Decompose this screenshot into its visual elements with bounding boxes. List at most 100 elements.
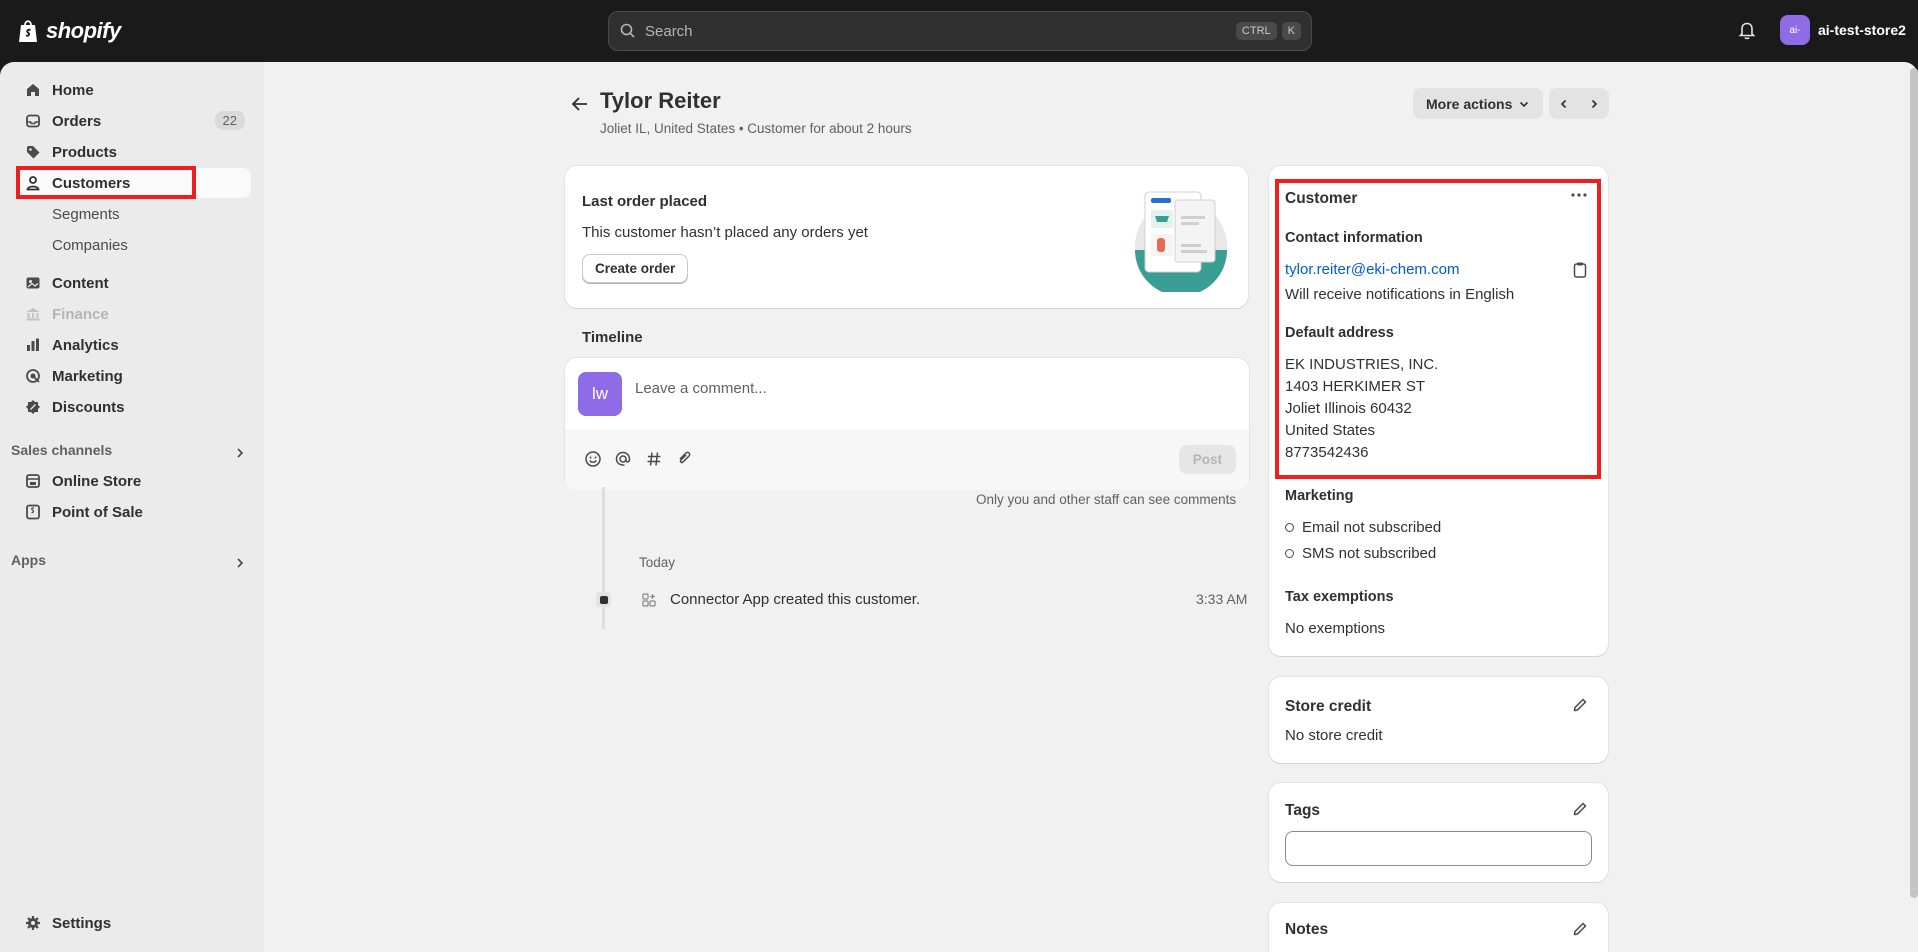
home-icon: [24, 81, 42, 99]
gear-icon: [24, 914, 42, 932]
timeline-heading: Timeline: [582, 329, 643, 346]
notes-title: Notes: [1285, 921, 1329, 938]
more-actions-button[interactable]: More actions: [1413, 88, 1544, 119]
tag-icon: [24, 143, 42, 161]
sms-status-label: SMS not subscribed: [1302, 545, 1437, 562]
top-bar: shopify CTRL K ai- ai-test-store2: [0, 0, 1918, 62]
timeline-day-label: Today: [639, 555, 676, 570]
content-icon: [24, 274, 42, 292]
emoji-icon[interactable]: [584, 450, 602, 468]
more-actions-label: More actions: [1426, 95, 1513, 112]
pos-icon: [24, 503, 42, 521]
sidebar-item-label: Content: [52, 274, 109, 292]
comment-visibility-note: Only you and other staff can see comment…: [976, 492, 1237, 507]
previous-customer-button[interactable]: [1549, 88, 1579, 119]
next-customer-button[interactable]: [1579, 88, 1609, 119]
comment-composer: lw Post: [565, 358, 1249, 490]
sidebar-item-label: Analytics: [52, 336, 119, 354]
bar-chart-icon: [24, 336, 42, 354]
discount-icon: [24, 398, 42, 416]
post-button[interactable]: Post: [1178, 445, 1236, 474]
sidebar-item-label: Discounts: [52, 398, 125, 416]
highlight-box-customers-nav: [16, 166, 196, 199]
store-avatar: ai-: [1780, 15, 1810, 45]
sidebar-item-label: Finance: [52, 305, 109, 323]
back-arrow-icon[interactable]: [568, 92, 592, 116]
sidebar-item-companies[interactable]: Companies: [16, 230, 251, 260]
sidebar-item-label: Point of Sale: [52, 503, 143, 521]
last-order-text: This customer hasn’t placed any orders y…: [582, 224, 868, 241]
sidebar-item-segments[interactable]: Segments: [16, 199, 251, 229]
shopify-logo[interactable]: shopify: [18, 16, 121, 46]
apps-heading[interactable]: Apps: [11, 552, 46, 568]
sidebar-item-settings[interactable]: Settings: [16, 908, 251, 938]
sidebar-item-discounts[interactable]: Discounts: [16, 392, 251, 422]
search-input[interactable]: [645, 22, 1231, 40]
tags-title: Tags: [1285, 802, 1321, 819]
pencil-icon[interactable]: [1572, 921, 1588, 937]
chevron-right-icon: [1591, 99, 1598, 108]
sidebar-item-online-store[interactable]: Online Store: [16, 466, 251, 496]
sales-channels-heading[interactable]: Sales channels: [11, 442, 112, 458]
page-subtitle: Joliet IL, United States • Customer for …: [600, 121, 912, 136]
attachment-icon[interactable]: [676, 450, 694, 468]
store-credit-value: No store credit: [1285, 727, 1383, 744]
notes-card: Notes: [1269, 903, 1608, 952]
sidebar-item-analytics[interactable]: Analytics: [16, 330, 251, 360]
email-subscription-status: Email not subscribed: [1285, 519, 1441, 536]
timeline-event-time: 3:33 AM: [1196, 591, 1248, 607]
sidebar-item-products[interactable]: Products: [16, 137, 251, 167]
sidebar-item-content[interactable]: Content: [16, 268, 251, 298]
sidebar-item-home[interactable]: Home: [16, 75, 251, 105]
sidebar-item-orders[interactable]: Orders 22: [16, 106, 251, 136]
store-name: ai-test-store2: [1818, 22, 1906, 38]
sidebar-item-label: Home: [52, 81, 94, 99]
pencil-icon[interactable]: [1572, 697, 1588, 713]
sidebar-item-point-of-sale[interactable]: Point of Sale: [16, 497, 251, 527]
hashtag-icon[interactable]: [645, 450, 663, 468]
shopify-bag-icon: [19, 20, 37, 42]
target-icon: [24, 367, 42, 385]
mention-icon[interactable]: [614, 450, 632, 468]
sidebar-item-label: Segments: [52, 205, 120, 223]
create-order-button[interactable]: Create order: [582, 254, 689, 283]
scrollbar[interactable]: [1910, 68, 1918, 898]
store-menu[interactable]: ai- ai-test-store2: [1780, 15, 1906, 45]
timeline-dot: [596, 592, 611, 607]
last-order-title: Last order placed: [582, 193, 708, 210]
pencil-icon[interactable]: [1572, 801, 1588, 817]
sidebar-item-label: Companies: [52, 236, 128, 254]
sidebar-item-marketing[interactable]: Marketing: [16, 361, 251, 391]
sidebar-item-finance[interactable]: Finance: [16, 299, 251, 329]
sidebar-item-label: Settings: [52, 914, 112, 932]
orders-count-badge: 22: [214, 111, 245, 130]
pagination: [1549, 88, 1609, 119]
sidebar-item-label: Marketing: [52, 367, 123, 385]
storefront-icon: [24, 472, 42, 490]
tags-input[interactable]: [1285, 831, 1592, 866]
chevron-right-icon[interactable]: [233, 556, 247, 570]
store-credit-title: Store credit: [1285, 698, 1372, 715]
sms-subscription-status: SMS not subscribed: [1285, 545, 1436, 562]
email-status-label: Email not subscribed: [1302, 519, 1442, 536]
comment-input[interactable]: [635, 380, 1155, 397]
shortcut-ctrl: CTRL: [1235, 22, 1277, 40]
chevron-right-icon[interactable]: [233, 446, 247, 460]
tax-exemptions-value: No exemptions: [1285, 620, 1386, 637]
timeline-event-text: Connector App created this customer.: [670, 591, 921, 608]
search-icon: [620, 23, 635, 38]
orders-illustration-icon: [1135, 191, 1227, 292]
bank-icon: [24, 305, 42, 323]
notification-bell-icon[interactable]: [1736, 19, 1758, 41]
marketing-heading: Marketing: [1285, 488, 1354, 504]
page-title: Tylor Reiter: [600, 88, 721, 113]
app-icon: [642, 593, 656, 607]
search-bar[interactable]: CTRL K: [608, 11, 1312, 51]
tax-exemptions-heading: Tax exemptions: [1285, 589, 1394, 605]
status-circle-icon: [1285, 549, 1294, 558]
comment-toolbar: Post: [565, 430, 1249, 490]
last-order-card: Last order placed This customer hasn’t p…: [565, 166, 1248, 308]
chevron-left-icon: [1560, 99, 1567, 108]
timeline-line: [602, 487, 605, 629]
tags-card: Tags: [1269, 783, 1608, 882]
